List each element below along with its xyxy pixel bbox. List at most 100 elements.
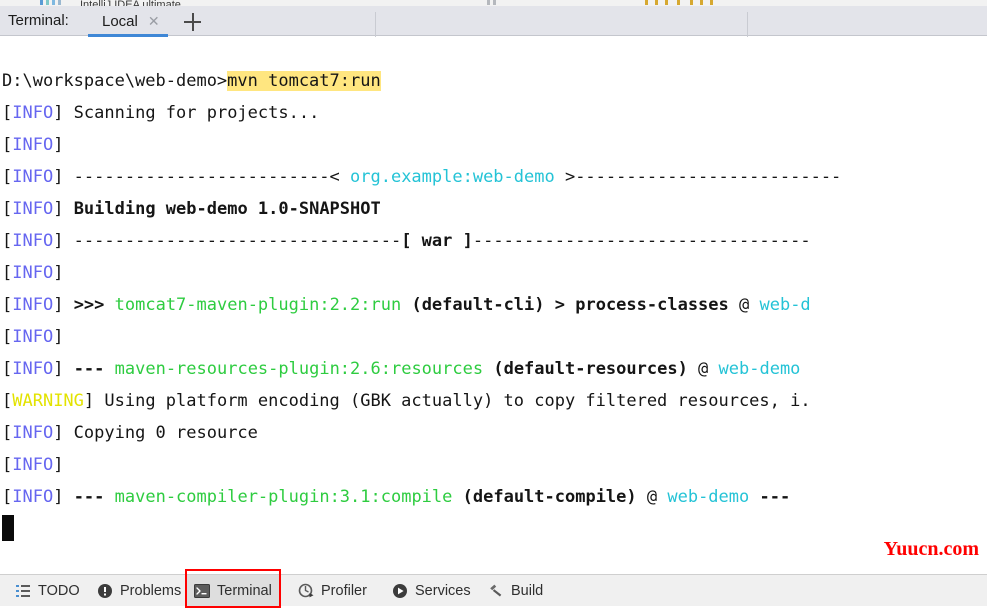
plus-icon[interactable]	[181, 11, 203, 33]
console-line-prompt: D:\workspace\web-demo>mvn tomcat7:run	[0, 65, 987, 97]
terminal-icon	[194, 583, 210, 599]
clipped-glyph	[52, 0, 55, 5]
console-segment-dark: ]	[53, 455, 64, 475]
console-segment-dark: ]	[53, 199, 74, 219]
console-segment-info: INFO	[12, 359, 54, 379]
terminal-output[interactable]: D:\workspace\web-demo>mvn tomcat7:run [IN…	[0, 37, 987, 574]
clipped-glyph	[665, 0, 668, 5]
console-line-info-blank-2: [INFO]	[0, 257, 987, 289]
console-segment-bold: ---	[73, 487, 115, 507]
console-segment-dark: [	[2, 423, 13, 443]
tool-window-button-todo[interactable]: TODO	[8, 575, 87, 606]
console-segment-dark: ]	[53, 327, 64, 347]
terminal-tab-bar: Terminal: Local ✕	[0, 6, 987, 42]
console-segment-dark: @	[687, 359, 719, 379]
console-segment-artifact: org.example:web-demo	[350, 167, 555, 187]
console-segment-plugin: maven-compiler-plugin:3.1:compile	[114, 487, 453, 507]
console-segment-dark: [	[2, 327, 13, 347]
console-segment-info: INFO	[12, 263, 54, 283]
console-segment-warning: WARNING	[12, 391, 84, 411]
console-segment-plugin: tomcat7-maven-plugin:2.2:run	[114, 295, 402, 315]
warning-icon	[97, 583, 113, 599]
console-segment-dark: [	[2, 263, 13, 283]
console-line-resources-goal: [INFO] --- maven-resources-plugin:2.6:re…	[0, 353, 987, 385]
tool-window-button-build[interactable]: Build	[481, 575, 550, 606]
tool-window-button-profiler[interactable]: Profiler	[291, 575, 374, 606]
console-segment-dark: ]	[53, 135, 64, 155]
clipped-glyph	[493, 0, 496, 5]
console-segment-dark: [	[2, 487, 13, 507]
clipped-glyph	[710, 0, 713, 5]
console-segment-dark: ---------------------------------	[472, 231, 811, 251]
console-segment-dark: @	[728, 295, 760, 315]
console-line-scanning: [INFO] Scanning for projects...	[0, 97, 987, 129]
list-icon	[15, 583, 31, 599]
console-segment-plugin: maven-resources-plugin:2.6:resources	[114, 359, 484, 379]
console-segment-bold: (default-cli)	[401, 295, 545, 315]
tool-window-button-services[interactable]: Services	[385, 575, 478, 606]
clipped-glyph	[690, 0, 693, 5]
console-line-info-blank-1: [INFO]	[0, 129, 987, 161]
tool-window-label: Problems	[120, 582, 182, 599]
tool-window-button-problems[interactable]: Problems	[90, 575, 188, 606]
console-segment-info: INFO	[12, 199, 54, 219]
console-segment-dark: ] -------------------------<	[53, 167, 351, 187]
console-segment-dark: ]	[53, 359, 74, 379]
console-segment-info: INFO	[12, 455, 54, 475]
clipped-glyph	[58, 0, 61, 5]
console-segment-bold: >	[544, 295, 576, 315]
console-line-project-banner: [INFO] -------------------------< org.ex…	[0, 161, 987, 193]
tool-window-label: TODO	[38, 582, 80, 599]
services-icon	[392, 583, 408, 599]
console-segment-dark: ] Copying 0 resource	[53, 423, 258, 443]
clipped-glyph	[645, 0, 648, 5]
console-line-copying: [INFO] Copying 0 resource	[0, 417, 987, 449]
console-segment-bold: ---	[749, 487, 791, 507]
tab-local[interactable]: Local ✕	[94, 6, 168, 36]
console-segment-dark: D:\workspace\web-demo>	[2, 71, 228, 91]
terminal-panel-label: Terminal:	[8, 12, 69, 29]
tool-window-label: Services	[415, 582, 471, 599]
console-segment-dark: [	[2, 455, 13, 475]
console-segment-info: INFO	[12, 231, 54, 251]
console-segment-info: INFO	[12, 487, 54, 507]
console-segment-dark: @	[636, 487, 668, 507]
console-segment-artifact: web-demo	[667, 487, 750, 507]
console-line-tomcat7-goal: [INFO] >>> tomcat7-maven-plugin:2.2:run …	[0, 289, 987, 321]
console-segment-dark: >--------------------------	[554, 167, 842, 187]
console-segment-bold: Building web-demo 1.0-SNAPSHOT	[73, 199, 381, 219]
console-segment-artifact: web-demo	[718, 359, 801, 379]
tab-local-label: Local	[102, 12, 138, 30]
console-segment-info: INFO	[12, 135, 54, 155]
tool-window-label: Profiler	[321, 582, 367, 599]
console-segment-info: INFO	[12, 103, 54, 123]
console-segment-dark: [	[2, 167, 13, 187]
console-cursor-line	[0, 513, 987, 545]
clipped-glyph	[40, 0, 43, 5]
console-segment-dark: ]	[53, 263, 64, 283]
clipped-glyph	[677, 0, 680, 5]
console-line-info-blank-3: [INFO]	[0, 321, 987, 353]
hammer-icon	[488, 583, 504, 599]
tool-window-button-terminal[interactable]: Terminal	[187, 575, 279, 606]
console-segment-info: INFO	[12, 167, 54, 187]
console-segment-dark: ]	[53, 295, 74, 315]
console-segment-highlight: mvn tomcat7:run	[227, 71, 381, 91]
console-segment-dark: [	[2, 231, 13, 251]
console-segment-bold: (default-resources)	[483, 359, 688, 379]
profiler-icon	[298, 583, 314, 599]
console-line-packaging-banner: [INFO] --------------------------------[…	[0, 225, 987, 257]
console-segment-info: INFO	[12, 327, 54, 347]
console-segment-info: INFO	[12, 423, 54, 443]
console-segment-dark: ] Scanning for projects...	[53, 103, 320, 123]
console-segment-dark: ] Using platform encoding (GBK actually)…	[83, 391, 811, 411]
console-segment-dark: [	[2, 295, 13, 315]
console-segment-dark: ] --------------------------------	[53, 231, 402, 251]
console-segment-artifact: web-d	[759, 295, 811, 315]
console-segment-dark: [	[2, 135, 13, 155]
console-segment-bold: >>>	[73, 295, 115, 315]
console-segment-dark: [	[2, 199, 13, 219]
clipped-glyph	[46, 0, 49, 5]
close-icon[interactable]: ✕	[148, 14, 160, 28]
console-segment-dark: [	[2, 359, 13, 379]
